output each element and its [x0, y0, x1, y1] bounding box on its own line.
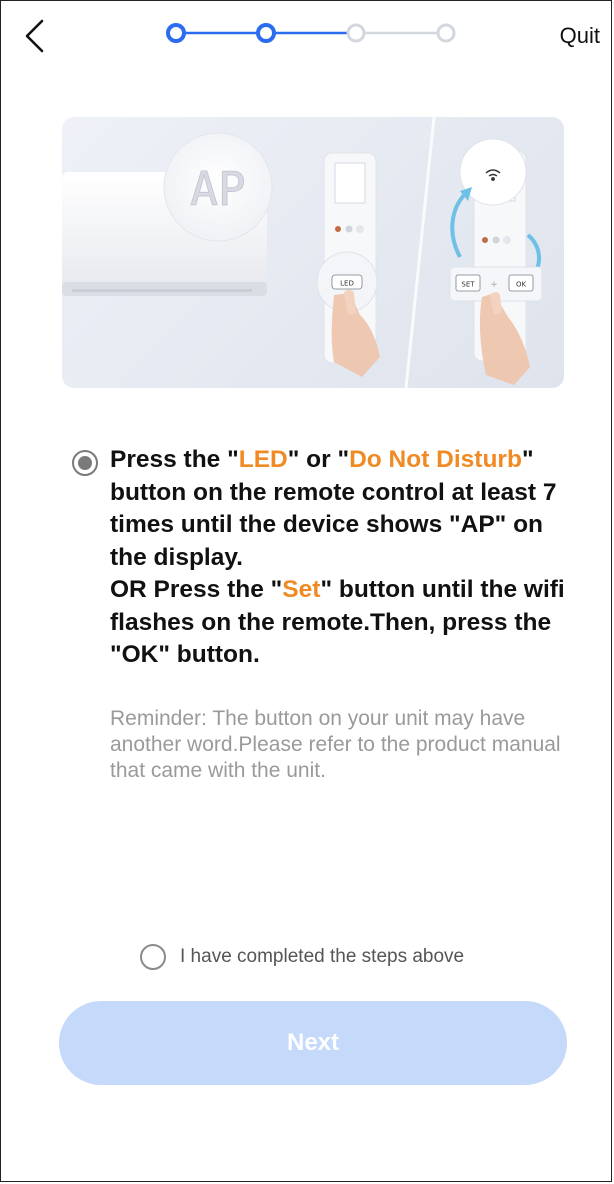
completed-steps-label: I have completed the steps above: [180, 946, 465, 967]
step-1-indicator: [166, 23, 186, 43]
radio-unchecked-icon[interactable]: [140, 944, 166, 970]
svg-text:AP: AP: [190, 162, 245, 216]
instruction-paragraph-2: OR Press the "Set" button until the wifi…: [110, 576, 565, 668]
step-4-indicator: [436, 23, 456, 43]
step-3-indicator: [346, 23, 366, 43]
back-button[interactable]: [22, 18, 52, 54]
reminder-text: Reminder: The button on your unit may ha…: [110, 707, 561, 782]
next-button[interactable]: Next: [59, 1001, 567, 1085]
chevron-left-icon: [25, 19, 44, 53]
quit-button[interactable]: Quit: [560, 23, 600, 49]
instruction-paragraph-1: Press the "LED" or "Do Not Disturb" butt…: [110, 446, 557, 571]
instruction-text: Press the "LED" or "Do Not Disturb" butt…: [110, 444, 580, 672]
progress-stepper: [166, 23, 456, 43]
step-2-indicator: [256, 23, 276, 43]
ac-remote-illustration: AP LED SET + OK: [62, 117, 543, 388]
svg-text:LED: LED: [340, 280, 354, 288]
completed-steps-checkbox[interactable]: I have completed the steps above: [140, 943, 464, 971]
svg-text:OK: OK: [516, 281, 527, 289]
instruction-radio-selected: [72, 450, 98, 476]
svg-text:+: +: [490, 280, 498, 290]
svg-text:SET: SET: [461, 281, 475, 289]
remote-control-2: SET + OK: [449, 138, 543, 385]
instruction-illustration: AP LED SET + OK: [62, 117, 564, 388]
remote-control-1: LED: [316, 152, 380, 377]
ap-display-bubble: AP: [163, 132, 273, 242]
